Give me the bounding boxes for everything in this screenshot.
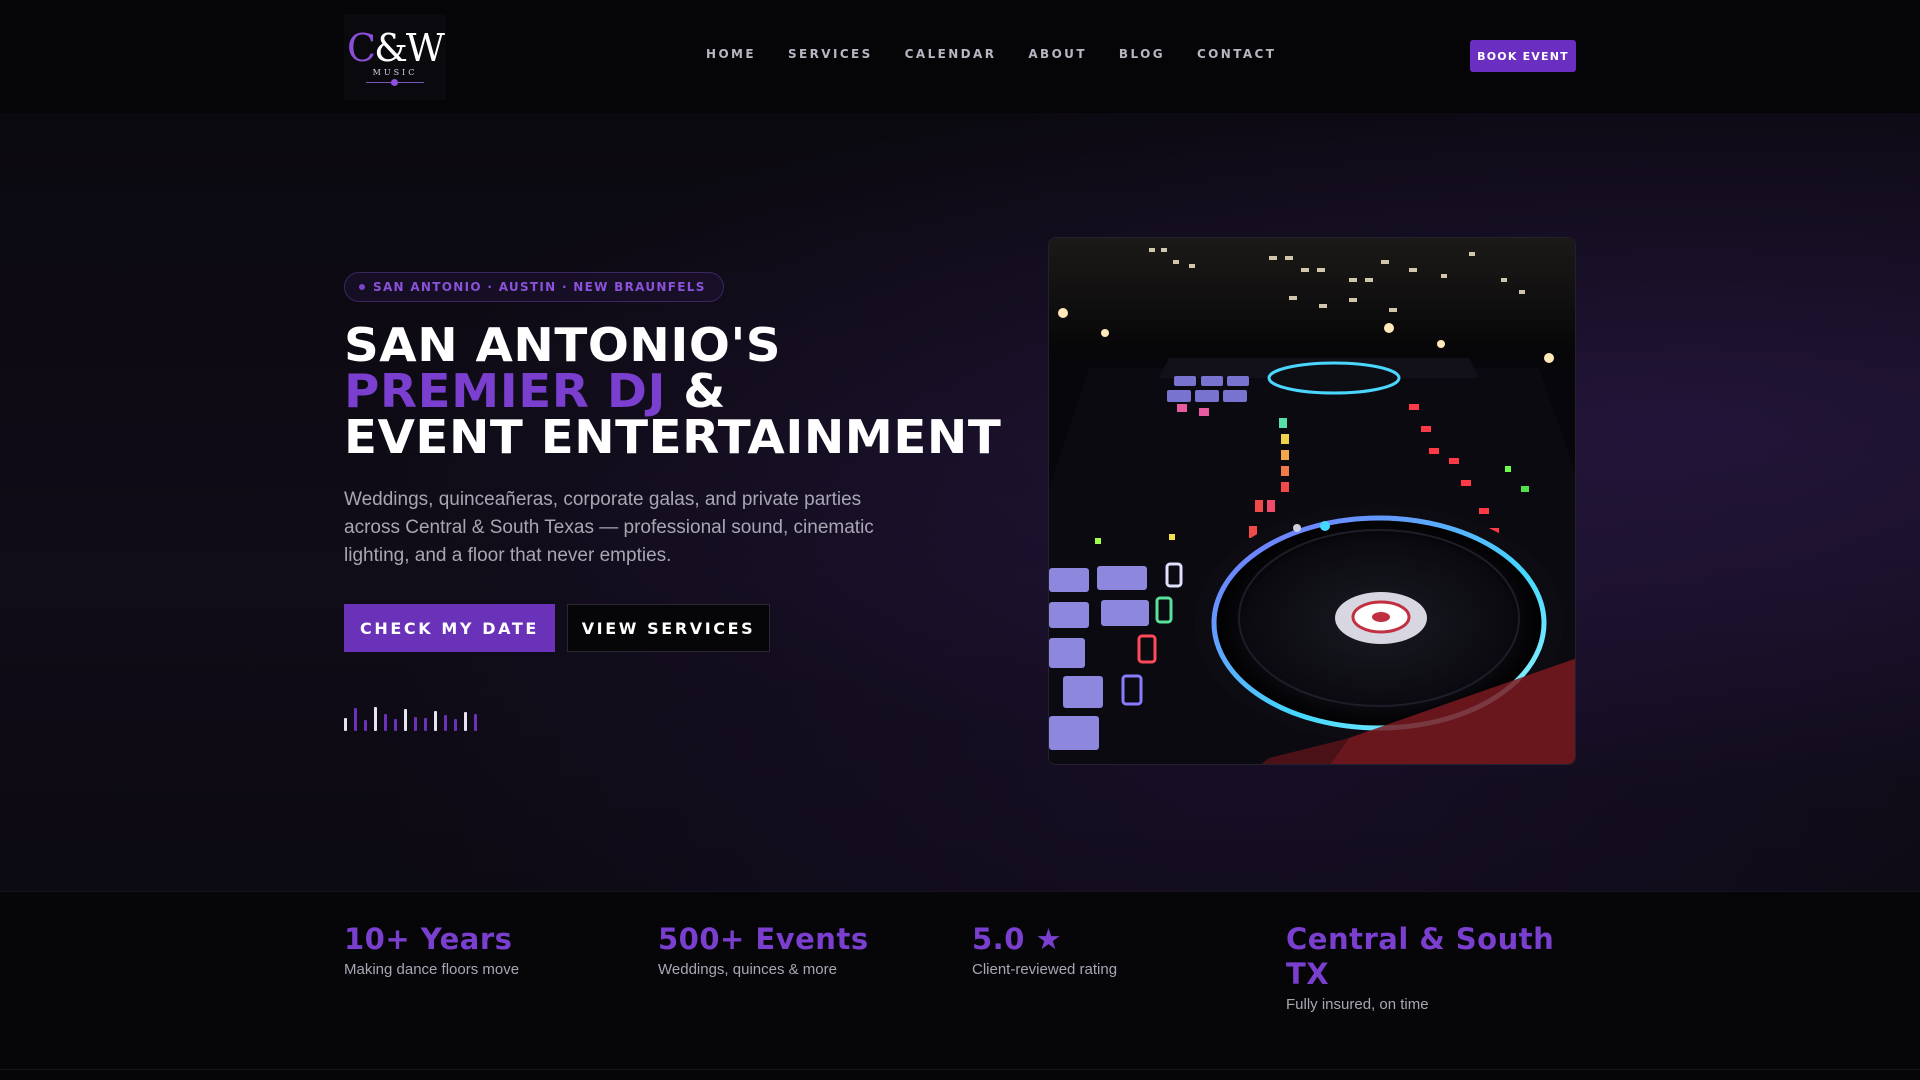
equalizer-bar bbox=[464, 712, 467, 731]
check-my-date-button[interactable]: CHECK MY DATE bbox=[344, 604, 555, 652]
equalizer-bar bbox=[424, 718, 427, 731]
nav-blog[interactable]: BLOG bbox=[1119, 47, 1165, 61]
hero-section bbox=[0, 113, 1920, 891]
dj-controller-illustration bbox=[1049, 238, 1575, 764]
equalizer-bar bbox=[414, 717, 417, 731]
view-services-button[interactable]: VIEW SERVICES bbox=[567, 604, 770, 652]
dj-controller-photo bbox=[1048, 237, 1576, 765]
stat-value: 500+ Events bbox=[658, 922, 869, 956]
footer-divider bbox=[0, 1069, 1920, 1080]
book-event-button[interactable]: BOOK EVENT bbox=[1470, 40, 1576, 72]
equalizer-bar bbox=[474, 714, 477, 731]
stat-value: 5.0 ★ bbox=[972, 922, 1062, 956]
equalizer-bar bbox=[374, 707, 377, 731]
equalizer-bar bbox=[434, 711, 437, 731]
top-nav: C&W MUSIC HOME SERVICES CALENDAR ABOUT B… bbox=[0, 0, 1920, 113]
stat-events: 500+ Events Weddings, quinces & more bbox=[658, 922, 869, 978]
equalizer-bar bbox=[384, 714, 387, 731]
equalizer-icon bbox=[344, 705, 484, 731]
location-chip-text: SAN ANTONIO · AUSTIN · NEW BRAUNFELS bbox=[373, 280, 706, 294]
nav-contact[interactable]: CONTACT bbox=[1197, 47, 1276, 61]
stat-value: 10+ Years bbox=[344, 922, 513, 956]
stat-coverage: Central & South TX Fully insured, on tim… bbox=[1286, 922, 1586, 1013]
location-chip: SAN ANTONIO · AUSTIN · NEW BRAUNFELS bbox=[344, 272, 724, 302]
logo-mark: C&W bbox=[347, 25, 445, 70]
stat-label: Weddings, quinces & more bbox=[658, 961, 837, 978]
stat-label: Making dance floors move bbox=[344, 961, 520, 978]
equalizer-bar bbox=[354, 708, 357, 731]
equalizer-bar bbox=[444, 715, 447, 731]
stats-bar: 10+ Years Making dance floors move 500+ … bbox=[0, 891, 1920, 1069]
stat-years: 10+ Years Making dance floors move bbox=[344, 922, 519, 978]
stat-label: Client-reviewed rating bbox=[972, 961, 1118, 978]
stat-value: Central & South TX bbox=[1286, 922, 1555, 991]
hero-description: Weddings, quinceañeras, corporate galas,… bbox=[344, 489, 874, 566]
stat-rating: 5.0 ★ Client-reviewed rating bbox=[972, 922, 1117, 978]
equalizer-bar bbox=[394, 719, 397, 731]
nav-calendar[interactable]: CALENDAR bbox=[905, 47, 997, 61]
equalizer-bar bbox=[364, 720, 367, 731]
headline-line-3: EVENT ENTERTAINMENT bbox=[344, 410, 1002, 464]
nav-about[interactable]: ABOUT bbox=[1028, 47, 1087, 61]
equalizer-bar bbox=[404, 709, 407, 731]
brand-logo[interactable]: C&W MUSIC bbox=[344, 14, 446, 100]
logo-gem-icon bbox=[366, 78, 424, 86]
nav-services[interactable]: SERVICES bbox=[788, 47, 873, 61]
stat-label: Fully insured, on time bbox=[1286, 996, 1429, 1013]
equalizer-bar bbox=[454, 719, 457, 731]
dot-icon bbox=[359, 284, 365, 290]
nav-home[interactable]: HOME bbox=[706, 47, 756, 61]
equalizer-bar bbox=[344, 718, 347, 731]
main-menu: HOME SERVICES CALENDAR ABOUT BLOG CONTAC… bbox=[706, 47, 1308, 61]
